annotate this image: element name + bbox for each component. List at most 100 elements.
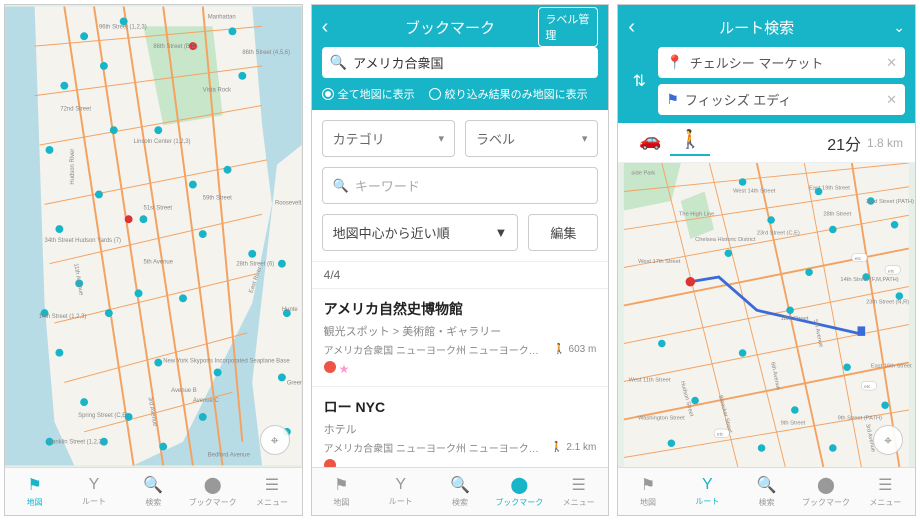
header-title: ルート検索 — [668, 17, 845, 38]
tab-map[interactable]: ⚑地図 — [618, 468, 677, 515]
tab-bar: ⚑地図 Yルート 🔍検索 ⬤ブックマーク ☰メニュー — [312, 467, 609, 515]
person-icon: 🚶 — [553, 344, 565, 355]
list-item[interactable]: ロー NYC ホテル アメリカ合衆国 ニューヨーク州 ニューヨーク州・ニューヨー… — [312, 386, 609, 467]
pin-icon: 📍 — [666, 54, 683, 71]
tab-menu[interactable]: ☰メニュー — [856, 468, 915, 515]
item-title: ロー NYC — [324, 397, 597, 417]
tab-menu[interactable]: ☰メニュー — [549, 468, 608, 515]
to-value: フィッシズ エディ — [685, 90, 886, 109]
person-icon: 🚶 — [551, 442, 563, 453]
svg-text:West 14th Street: West 14th Street — [733, 188, 776, 194]
chevron-down-icon[interactable]: ⌄ — [893, 19, 905, 36]
edit-button[interactable]: 編集 — [528, 214, 598, 251]
tab-search[interactable]: 🔍検索 — [737, 468, 796, 515]
search-value: アメリカ合衆国 — [353, 53, 590, 72]
route-header: ‹ ルート検索 ⌄ ⇅ 📍 チェルシー マーケット ✕ ⚑ フィッシズ エディ … — [618, 5, 915, 123]
svg-text:34th Street Hudson Yards (7): 34th Street Hudson Yards (7) — [45, 238, 122, 244]
mode-car[interactable]: 🚗 — [630, 130, 670, 155]
svg-text:Franklin Street (1,2,3): Franklin Street (1,2,3) — [47, 440, 104, 446]
svg-text:Lincoln Center (1,2,3): Lincoln Center (1,2,3) — [134, 139, 191, 145]
svg-text:28th Street: 28th Street — [824, 211, 852, 217]
label-manage-button[interactable]: ラベル管理 — [538, 7, 598, 47]
svg-text:86th Street (B,C): 86th Street (B,C) — [153, 44, 197, 50]
svg-text:Roosevelt Island: Roosevelt Island — [275, 200, 302, 206]
route-map-canvas[interactable]: side Park The High Line Chelsea Historic… — [618, 163, 915, 467]
route-distance: 1.8 km — [867, 136, 903, 150]
item-category: ホテル — [324, 421, 597, 437]
svg-text:86th Street (4,5,6): 86th Street (4,5,6) — [242, 50, 290, 56]
mode-row: 🚗 🚶 21分 1.8 km — [618, 123, 915, 163]
radio-filtered-map[interactable]: 絞り込み結果のみ地図に表示 — [429, 86, 588, 102]
back-icon[interactable]: ‹ — [322, 16, 329, 39]
screen-bookmark: ‹ ブックマーク ラベル管理 🔍 アメリカ合衆国 全て地図に表示 絞り込み結果の… — [311, 4, 610, 516]
keyword-input[interactable]: 🔍キーワード — [322, 167, 599, 204]
svg-text:etc: etc — [717, 432, 724, 438]
clear-icon[interactable]: ✕ — [886, 92, 897, 108]
bookmark-list[interactable]: アメリカ自然史博物館 観光スポット > 美術館・ギャラリー アメリカ合衆国 ニュ… — [312, 288, 609, 467]
item-category: 観光スポット > 美術館・ギャラリー — [324, 323, 597, 339]
mode-walk[interactable]: 🚶 — [670, 129, 710, 156]
tab-map[interactable]: ⚑地図 — [5, 468, 64, 515]
label-select[interactable]: ラベル▾ — [465, 120, 598, 157]
tab-search[interactable]: 🔍検索 — [124, 468, 183, 515]
tab-bookmark[interactable]: ⬤ブックマーク — [796, 468, 855, 515]
map-canvas[interactable]: Manhattan 96th Street (1,2,3) 86th Stree… — [5, 5, 302, 467]
item-distance: 🚶603 m — [553, 344, 596, 355]
pin-icon: ⚑ — [27, 475, 41, 495]
to-field[interactable]: ⚑ フィッシズ エディ ✕ — [658, 84, 905, 115]
item-tags — [324, 459, 597, 467]
svg-text:Manhattan: Manhattan — [208, 14, 236, 20]
svg-text:23th Street (N,R): 23th Street (N,R) — [866, 300, 909, 306]
svg-text:51st Street: 51st Street — [143, 205, 172, 211]
svg-text:33rd Street (PATH): 33rd Street (PATH) — [866, 199, 914, 205]
route-time: 21分 — [827, 131, 861, 155]
svg-text:etc: etc — [865, 384, 872, 390]
compass-button[interactable]: ⌖ — [873, 425, 903, 455]
category-select[interactable]: カテゴリ▾ — [322, 120, 455, 157]
bookmark-icon: ⬤ — [510, 475, 528, 495]
radio-all-map[interactable]: 全て地図に表示 — [322, 86, 415, 102]
pin-icon: ⚑ — [334, 475, 348, 495]
swap-button[interactable]: ⇅ — [628, 71, 650, 91]
list-item[interactable]: アメリカ自然史博物館 観光スポット > 美術館・ギャラリー アメリカ合衆国 ニュ… — [312, 288, 609, 386]
tab-search[interactable]: 🔍検索 — [430, 468, 489, 515]
tab-route[interactable]: Yルート — [371, 468, 430, 515]
svg-text:Spring Street (C,E): Spring Street (C,E) — [78, 413, 128, 419]
item-location: アメリカ合衆国 ニューヨーク州 ニューヨーク州・ニューヨーク — [324, 342, 547, 357]
svg-text:etc: etc — [888, 268, 895, 274]
country-search-field[interactable]: 🔍 アメリカ合衆国 — [322, 47, 599, 78]
header-title: ブックマーク — [362, 17, 539, 38]
chevron-down-icon: ▼ — [494, 225, 507, 240]
svg-text:18th Street: 18th Street — [781, 316, 809, 322]
filter-panel: カテゴリ▾ ラベル▾ 🔍キーワード 地図中心から近い順▼ 編集 — [312, 110, 609, 261]
compass-button[interactable]: ⌖ — [260, 425, 290, 455]
tab-bookmark[interactable]: ⬤ブックマーク — [183, 468, 242, 515]
item-distance: 🚶2.1 km — [551, 442, 596, 453]
tab-route[interactable]: Yルート — [678, 468, 737, 515]
tab-map[interactable]: ⚑地図 — [312, 468, 371, 515]
result-count: 4/4 — [312, 261, 609, 288]
bookmark-icon: ⬤ — [204, 475, 222, 495]
radio-icon — [322, 88, 334, 100]
search-icon: 🔍 — [143, 475, 163, 495]
svg-text:59th Street: 59th Street — [203, 195, 232, 201]
bookmark-header: ‹ ブックマーク ラベル管理 🔍 アメリカ合衆国 全て地図に表示 絞り込み結果の… — [312, 5, 609, 110]
tab-menu[interactable]: ☰メニュー — [242, 468, 301, 515]
menu-icon: ☰ — [571, 475, 585, 495]
svg-text:etc: etc — [855, 256, 862, 262]
svg-text:Avenue C: Avenue C — [193, 398, 220, 404]
back-icon[interactable]: ‹ — [628, 16, 635, 39]
svg-text:Avenue B: Avenue B — [171, 388, 197, 394]
from-field[interactable]: 📍 チェルシー マーケット ✕ — [658, 47, 905, 78]
tab-bookmark[interactable]: ⬤ブックマーク — [490, 468, 549, 515]
screen-route: ‹ ルート検索 ⌄ ⇅ 📍 チェルシー マーケット ✕ ⚑ フィッシズ エディ … — [617, 4, 916, 516]
chevron-down-icon: ▾ — [582, 132, 588, 145]
sort-select[interactable]: 地図中心から近い順▼ — [322, 214, 519, 251]
tab-route[interactable]: Yルート — [64, 468, 123, 515]
route-icon: Y — [395, 476, 406, 494]
svg-text:9th Street: 9th Street — [781, 420, 806, 426]
radio-icon — [429, 88, 441, 100]
clear-icon[interactable]: ✕ — [886, 55, 897, 71]
svg-text:Hudson River: Hudson River — [70, 149, 76, 185]
svg-text:Bedford Avenue: Bedford Avenue — [208, 453, 251, 459]
